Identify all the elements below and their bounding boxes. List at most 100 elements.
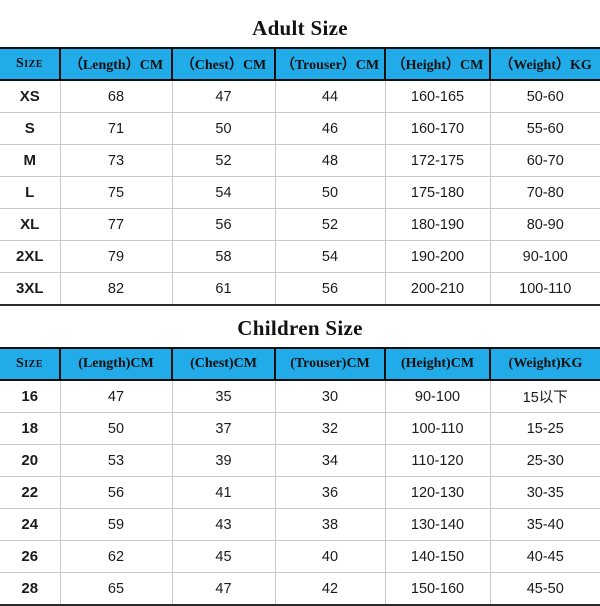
cell-trouser: 32: [274, 412, 386, 445]
cell-chest: 50: [171, 112, 276, 145]
cell-length: 75: [59, 176, 173, 209]
cell-weight: 50-60: [489, 79, 600, 113]
cell-size: 26: [0, 540, 61, 573]
cell-trouser: 46: [274, 112, 386, 145]
table-row: 3XL 82 61 56 200-210 100-110: [0, 272, 600, 306]
column-header-height: (Height)CM: [384, 347, 491, 381]
cell-weight: 25-30: [489, 444, 600, 477]
cell-length: 77: [59, 208, 173, 241]
cell-trouser: 40: [274, 540, 386, 573]
cell-trouser: 56: [274, 272, 386, 306]
cell-chest: 52: [171, 144, 276, 177]
cell-chest: 47: [171, 79, 276, 113]
cell-trouser: 50: [274, 176, 386, 209]
table-row: 22 56 41 36 120-130 30-35: [0, 476, 600, 509]
cell-weight: 70-80: [489, 176, 600, 209]
adult-size-title: Adult Size: [252, 16, 348, 40]
adult-size-table: Size （Length）CM （Chest）CM （Trouser）CM （H…: [0, 47, 600, 306]
cell-length: 53: [59, 444, 173, 477]
children-size-table: Size (Length)CM (Chest)CM (Trouser)CM (H…: [0, 347, 600, 606]
table-row: 20 53 39 34 110-120 25-30: [0, 444, 600, 477]
table-row: 18 50 37 32 100-110 15-25: [0, 412, 600, 445]
cell-length: 62: [59, 540, 173, 573]
cell-length: 65: [59, 572, 173, 606]
cell-length: 71: [59, 112, 173, 145]
cell-chest: 43: [171, 508, 276, 541]
cell-height: 140-150: [384, 540, 491, 573]
column-header-chest: （Chest）CM: [171, 47, 276, 81]
table-row: 26 62 45 40 140-150 40-45: [0, 540, 600, 573]
cell-length: 59: [59, 508, 173, 541]
cell-length: 56: [59, 476, 173, 509]
column-header-weight: （Weight）KG: [489, 47, 600, 81]
cell-size: 28: [0, 572, 61, 606]
cell-trouser: 34: [274, 444, 386, 477]
table-row: 2XL 79 58 54 190-200 90-100: [0, 240, 600, 273]
column-header-length: (Length)CM: [59, 347, 173, 381]
cell-size: L: [0, 176, 61, 209]
column-header-height: （Height）CM: [384, 47, 491, 81]
table-row: 16 47 35 30 90-100 15以下: [0, 379, 600, 413]
table-header-row: Size (Length)CM (Chest)CM (Trouser)CM (H…: [0, 347, 600, 381]
cell-weight: 30-35: [489, 476, 600, 509]
cell-height: 175-180: [384, 176, 491, 209]
table-row: S 71 50 46 160-170 55-60: [0, 112, 600, 145]
children-size-title: Children Size: [237, 316, 363, 340]
table-row: XS 68 47 44 160-165 50-60: [0, 79, 600, 113]
cell-height: 110-120: [384, 444, 491, 477]
cell-trouser: 38: [274, 508, 386, 541]
cell-length: 47: [59, 379, 173, 413]
cell-height: 190-200: [384, 240, 491, 273]
cell-length: 73: [59, 144, 173, 177]
cell-size: S: [0, 112, 61, 145]
cell-weight: 45-50: [489, 572, 600, 606]
cell-length: 50: [59, 412, 173, 445]
cell-chest: 58: [171, 240, 276, 273]
column-header-size: Size: [0, 47, 61, 81]
cell-trouser: 54: [274, 240, 386, 273]
cell-trouser: 44: [274, 79, 386, 113]
cell-size: 18: [0, 412, 61, 445]
column-header-size: Size: [0, 347, 61, 381]
column-header-trouser: （Trouser）CM: [274, 47, 386, 81]
children-table-body: 16 47 35 30 90-100 15以下 18 50 37 32 100-…: [0, 379, 600, 606]
cell-height: 160-170: [384, 112, 491, 145]
table-row: 28 65 47 42 150-160 45-50: [0, 572, 600, 606]
cell-weight: 60-70: [489, 144, 600, 177]
cell-weight: 55-60: [489, 112, 600, 145]
cell-trouser: 36: [274, 476, 386, 509]
cell-chest: 39: [171, 444, 276, 477]
children-table-header: Size (Length)CM (Chest)CM (Trouser)CM (H…: [0, 347, 600, 381]
column-header-weight: (Weight)KG: [489, 347, 600, 381]
cell-chest: 47: [171, 572, 276, 606]
column-header-chest: (Chest)CM: [171, 347, 276, 381]
cell-height: 160-165: [384, 79, 491, 113]
cell-size: 16: [0, 379, 61, 413]
cell-size: 3XL: [0, 272, 61, 306]
cell-chest: 37: [171, 412, 276, 445]
table-header-row: Size （Length）CM （Chest）CM （Trouser）CM （H…: [0, 47, 600, 81]
cell-length: 79: [59, 240, 173, 273]
table-row: L 75 54 50 175-180 70-80: [0, 176, 600, 209]
cell-trouser: 48: [274, 144, 386, 177]
cell-trouser: 42: [274, 572, 386, 606]
cell-height: 172-175: [384, 144, 491, 177]
cell-weight: 40-45: [489, 540, 600, 573]
column-header-length: （Length）CM: [59, 47, 173, 81]
cell-chest: 61: [171, 272, 276, 306]
cell-size: XL: [0, 208, 61, 241]
cell-trouser: 30: [274, 379, 386, 413]
cell-size: 20: [0, 444, 61, 477]
cell-chest: 35: [171, 379, 276, 413]
cell-chest: 54: [171, 176, 276, 209]
cell-weight: 35-40: [489, 508, 600, 541]
cell-height: 150-160: [384, 572, 491, 606]
size-chart-page: Adult Size Size （Length）CM （Chest）CM （Tr…: [0, 0, 600, 606]
cell-weight: 15-25: [489, 412, 600, 445]
table-row: 24 59 43 38 130-140 35-40: [0, 508, 600, 541]
cell-length: 82: [59, 272, 173, 306]
cell-weight: 90-100: [489, 240, 600, 273]
cell-height: 100-110: [384, 412, 491, 445]
cell-size: 24: [0, 508, 61, 541]
adult-table-header: Size （Length）CM （Chest）CM （Trouser）CM （H…: [0, 47, 600, 81]
